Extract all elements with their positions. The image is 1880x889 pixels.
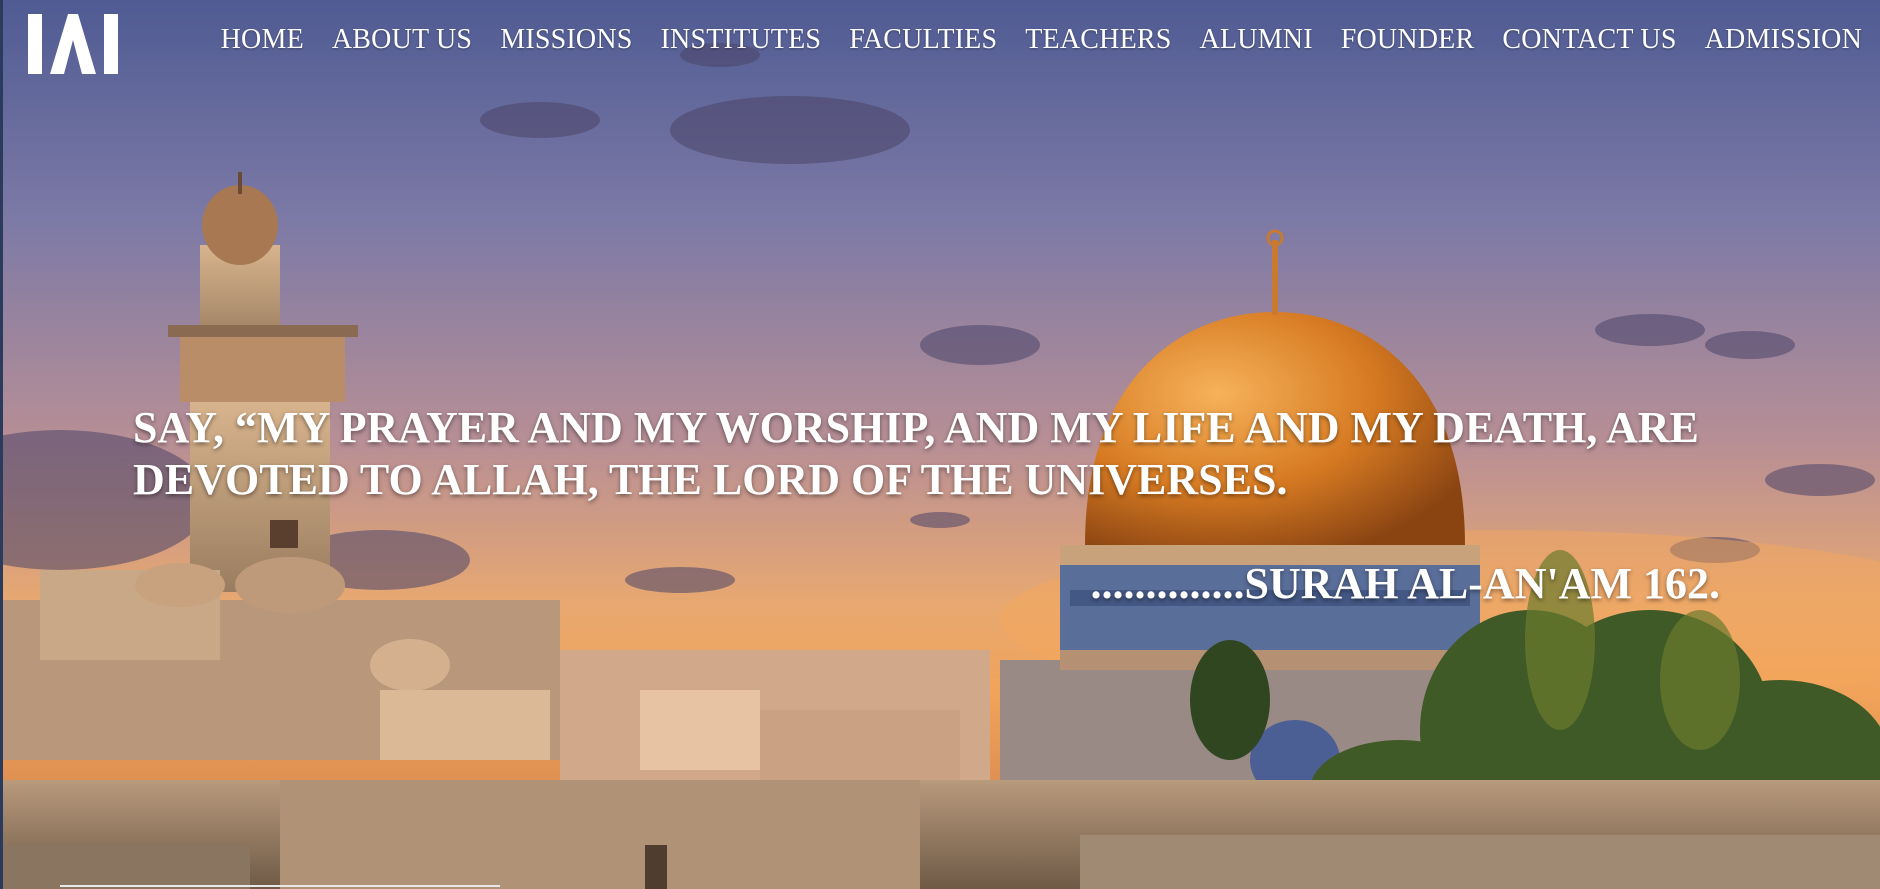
nav-item-alumni[interactable]: ALUMNI <box>1200 20 1313 60</box>
nav-item-about-us[interactable]: ABOUT US <box>332 20 472 60</box>
iai-logo-icon <box>28 14 118 74</box>
main-navigation: HOME ABOUT US MISSIONS INSTITUTES FACULT… <box>0 0 1880 86</box>
nav-item-admission[interactable]: ADMISSION <box>1705 20 1862 60</box>
nav-item-founder[interactable]: FOUNDER <box>1341 20 1475 60</box>
nav-item-home[interactable]: HOME <box>221 20 304 60</box>
nav-item-institutes[interactable]: INSTITUTES <box>661 20 822 60</box>
site-logo[interactable] <box>28 14 118 74</box>
nav-item-faculties[interactable]: FACULTIES <box>849 20 997 60</box>
nav-item-contact-us[interactable]: CONTACT US <box>1502 20 1676 60</box>
nav-item-missions[interactable]: MISSIONS <box>500 20 632 60</box>
nav-menu: HOME ABOUT US MISSIONS INSTITUTES FACULT… <box>193 20 1862 60</box>
left-edge-strip <box>0 0 3 889</box>
hero-banner: HOME ABOUT US MISSIONS INSTITUTES FACULT… <box>0 0 1880 889</box>
nav-item-teachers[interactable]: TEACHERS <box>1025 20 1171 60</box>
hero-quote-citation: ..............SURAH AL-AN'AM 162. <box>1090 559 1720 608</box>
hero-quote: SAY, “MY PRAYER AND MY WORSHIP, AND MY L… <box>133 403 1699 504</box>
bottom-divider <box>60 885 500 887</box>
